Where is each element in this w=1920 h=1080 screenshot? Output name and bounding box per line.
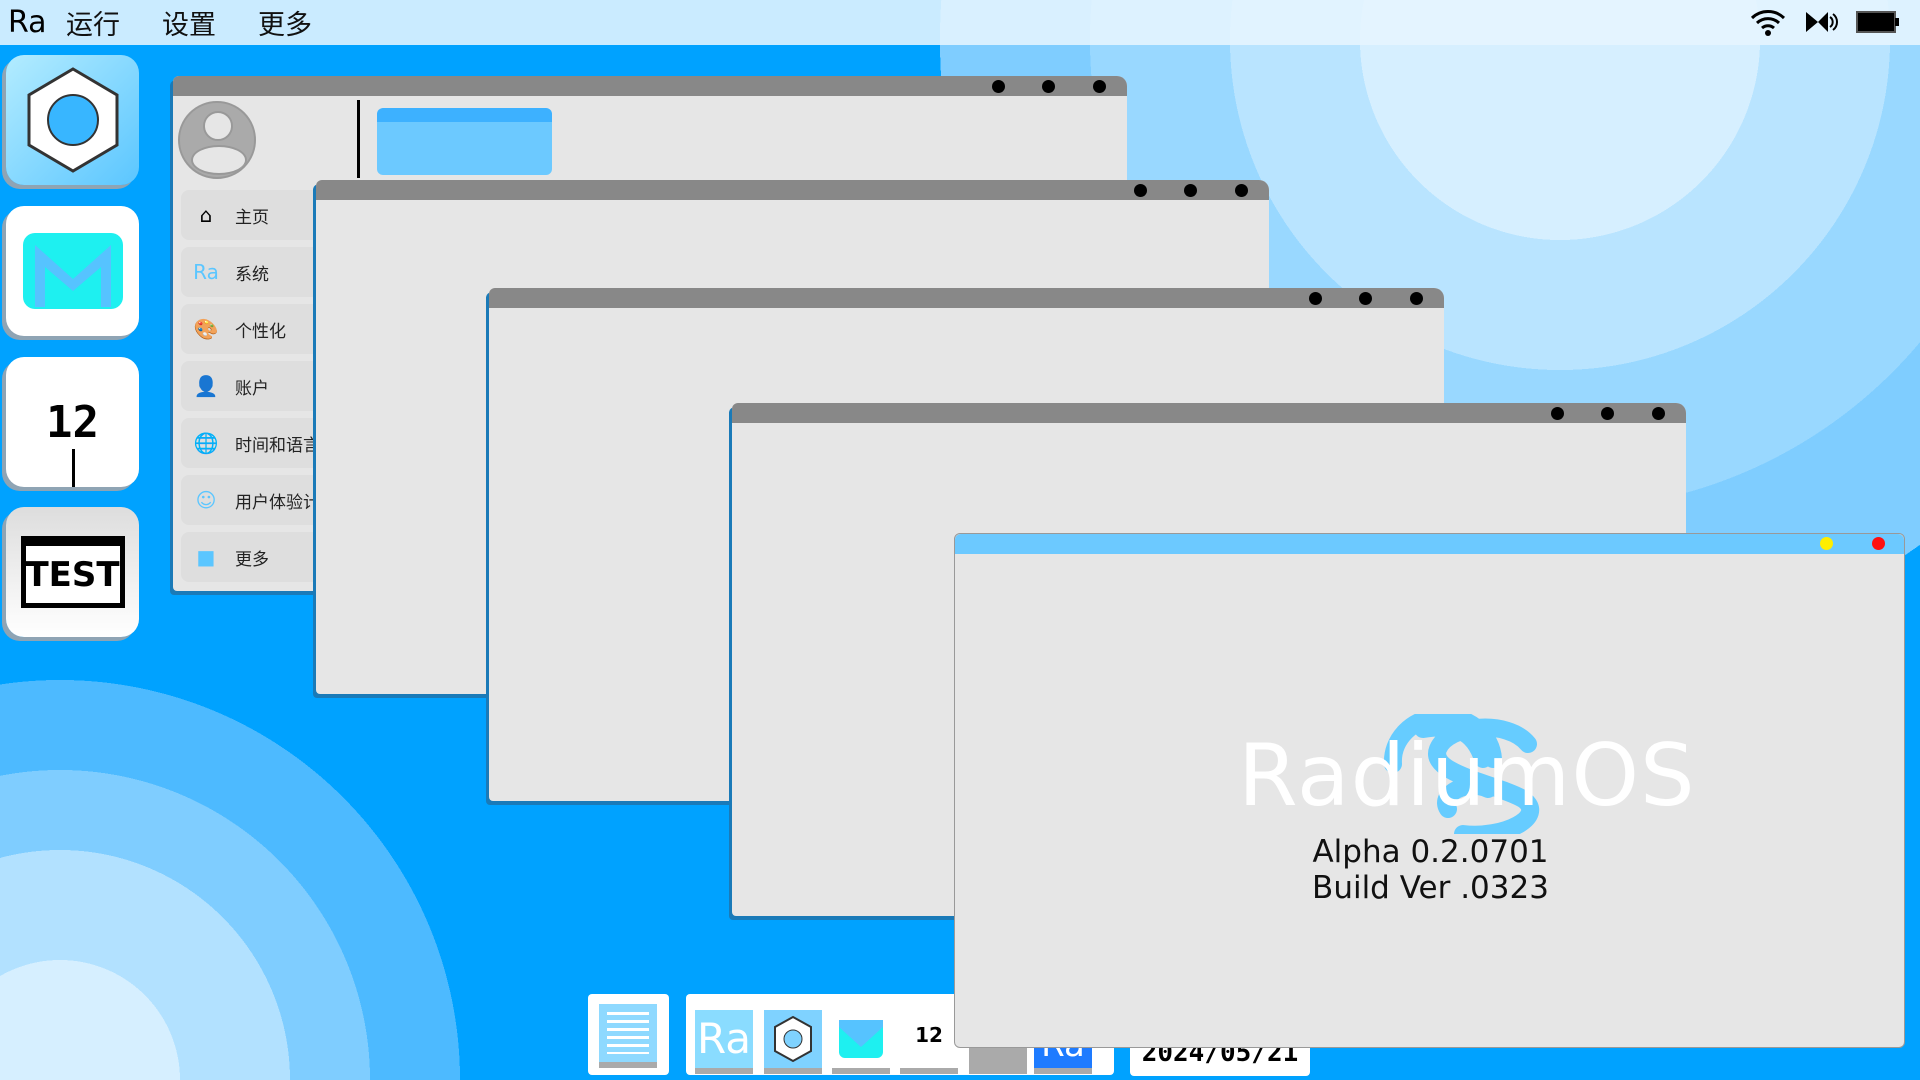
title-bar[interactable] — [316, 180, 1269, 200]
minimize-button[interactable] — [1820, 537, 1833, 550]
tab-button[interactable] — [377, 108, 552, 175]
title-bar[interactable] — [955, 534, 1904, 554]
clock-hand-icon — [72, 449, 75, 487]
sidebar-item-label: 个性化 — [235, 321, 286, 342]
ra-app-icon[interactable]: Ra — [695, 1010, 753, 1068]
clock-label: 12 — [46, 396, 99, 448]
sidebar-item-label: 账户 — [235, 378, 269, 399]
ra-icon: Ra — [193, 260, 219, 284]
cube-icon: ■ — [196, 545, 216, 569]
home-icon: ⌂ — [199, 203, 213, 227]
title-bar[interactable] — [732, 403, 1686, 423]
build-text: Build Ver .0323 — [1312, 870, 1549, 906]
clock-app-icon[interactable]: 12 — [900, 1010, 958, 1068]
sidebar-item-label: 更多 — [235, 549, 269, 570]
news-icon — [599, 1004, 657, 1062]
wifi-icon[interactable] — [1750, 8, 1786, 36]
menu-run[interactable]: 运行 — [66, 3, 120, 42]
menu-settings[interactable]: 设置 — [162, 3, 216, 42]
mail-icon — [22, 233, 123, 309]
smile-icon: ☺ — [195, 488, 217, 512]
palette-icon: 🎨 — [193, 317, 219, 341]
radiumos-logo: RadiumOS — [1238, 707, 1695, 844]
avatar[interactable] — [178, 101, 256, 179]
volume-icon[interactable] — [1804, 8, 1838, 36]
ra-label: Ra — [697, 1014, 751, 1063]
taskbar-news[interactable] — [588, 994, 669, 1075]
sidebar-item-label: 主页 — [235, 207, 269, 228]
logo-text: RadiumOS — [1238, 726, 1696, 826]
sidebar-item-label: 系统 — [235, 264, 269, 285]
ra-logo-menu[interactable]: Ra — [8, 5, 66, 40]
title-bar[interactable] — [173, 76, 1127, 96]
title-bar[interactable] — [489, 288, 1444, 308]
clock-app-label: 12 — [915, 1023, 943, 1047]
test-icon: TEST — [20, 536, 125, 608]
divider — [357, 100, 360, 178]
globe-clock-icon: 🌐 — [193, 431, 219, 455]
mail-app-icon[interactable] — [832, 1010, 890, 1068]
sidebar-item-label: 时间和语言 — [235, 435, 320, 456]
battery-icon[interactable] — [1856, 10, 1900, 34]
dock-mail[interactable] — [6, 206, 139, 336]
user-icon: 👤 — [193, 374, 219, 398]
version-text: Alpha 0.2.0701 — [1312, 834, 1549, 870]
dock-test[interactable]: TEST — [6, 507, 139, 637]
test-label: TEST — [25, 554, 120, 595]
hexagon-app-icon[interactable] — [764, 1010, 822, 1068]
dock-clock[interactable]: 12 — [6, 357, 139, 487]
system-tray — [1750, 8, 1900, 36]
dock-settings[interactable] — [6, 55, 139, 185]
close-button[interactable] — [1872, 537, 1885, 550]
hexagon-icon — [27, 67, 118, 173]
menu-more[interactable]: 更多 — [258, 3, 312, 42]
menu-bar: Ra 运行 设置 更多 — [0, 0, 1920, 45]
about-window: RadiumOS Alpha 0.2.0701 Build Ver .0323 — [954, 533, 1905, 1048]
